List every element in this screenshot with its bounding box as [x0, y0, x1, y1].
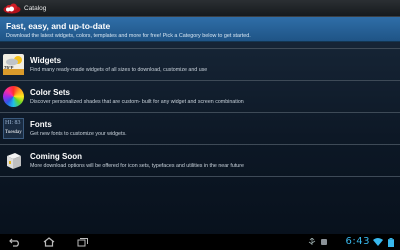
widgets-icon-temp: 75°F: [4, 65, 14, 70]
category-color-sets[interactable]: Color Sets Discover personalized shades …: [0, 80, 400, 112]
fonts-icon-hi: HI: 83: [5, 120, 21, 126]
fonts-icon: HI: 83 Tuesday: [3, 118, 24, 139]
fonts-icon-day: Tuesday: [5, 130, 22, 135]
color-wheel-icon: [3, 86, 24, 107]
fonts-description: Get new fonts to customize your widgets.: [30, 131, 127, 137]
home-icon[interactable]: [42, 237, 56, 247]
category-widgets[interactable]: 75°F Widgets Find many ready-made widget…: [0, 48, 400, 80]
color-sets-description: Discover personalized shades that are cu…: [30, 99, 244, 105]
status-clock: 6:43: [345, 236, 370, 247]
header-description: Download the latest widgets, colors, tem…: [6, 33, 251, 39]
color-sets-title: Color Sets: [30, 88, 71, 97]
notification-icon: [321, 239, 327, 245]
battery-icon: [388, 238, 394, 247]
back-icon[interactable]: [8, 237, 22, 247]
wifi-icon: [373, 238, 383, 246]
widgets-title: Widgets: [30, 56, 62, 65]
usb-icon: [308, 238, 316, 245]
action-bar: Catalog: [0, 0, 400, 17]
list-divider: [0, 176, 400, 177]
fonts-title: Fonts: [30, 120, 52, 129]
coming-soon-box-icon: [3, 150, 24, 171]
category-coming-soon[interactable]: Coming Soon More download options will b…: [0, 144, 400, 176]
widgets-description: Find many ready-made widgets of all size…: [30, 67, 208, 73]
category-fonts[interactable]: HI: 83 Tuesday Fonts Get new fonts to cu…: [0, 112, 400, 144]
system-nav-bar: 6:43: [0, 234, 400, 250]
app-title: Catalog: [24, 4, 47, 12]
cloud-logo-icon: [3, 3, 21, 13]
coming-soon-description: More download options will be offered fo…: [30, 163, 244, 169]
catalog-header: Fast, easy, and up-to-date Download the …: [0, 17, 400, 42]
recent-apps-icon[interactable]: [76, 237, 90, 247]
coming-soon-title: Coming Soon: [30, 152, 82, 161]
widgets-weather-icon: 75°F: [3, 54, 24, 75]
header-title: Fast, easy, and up-to-date: [6, 21, 111, 31]
